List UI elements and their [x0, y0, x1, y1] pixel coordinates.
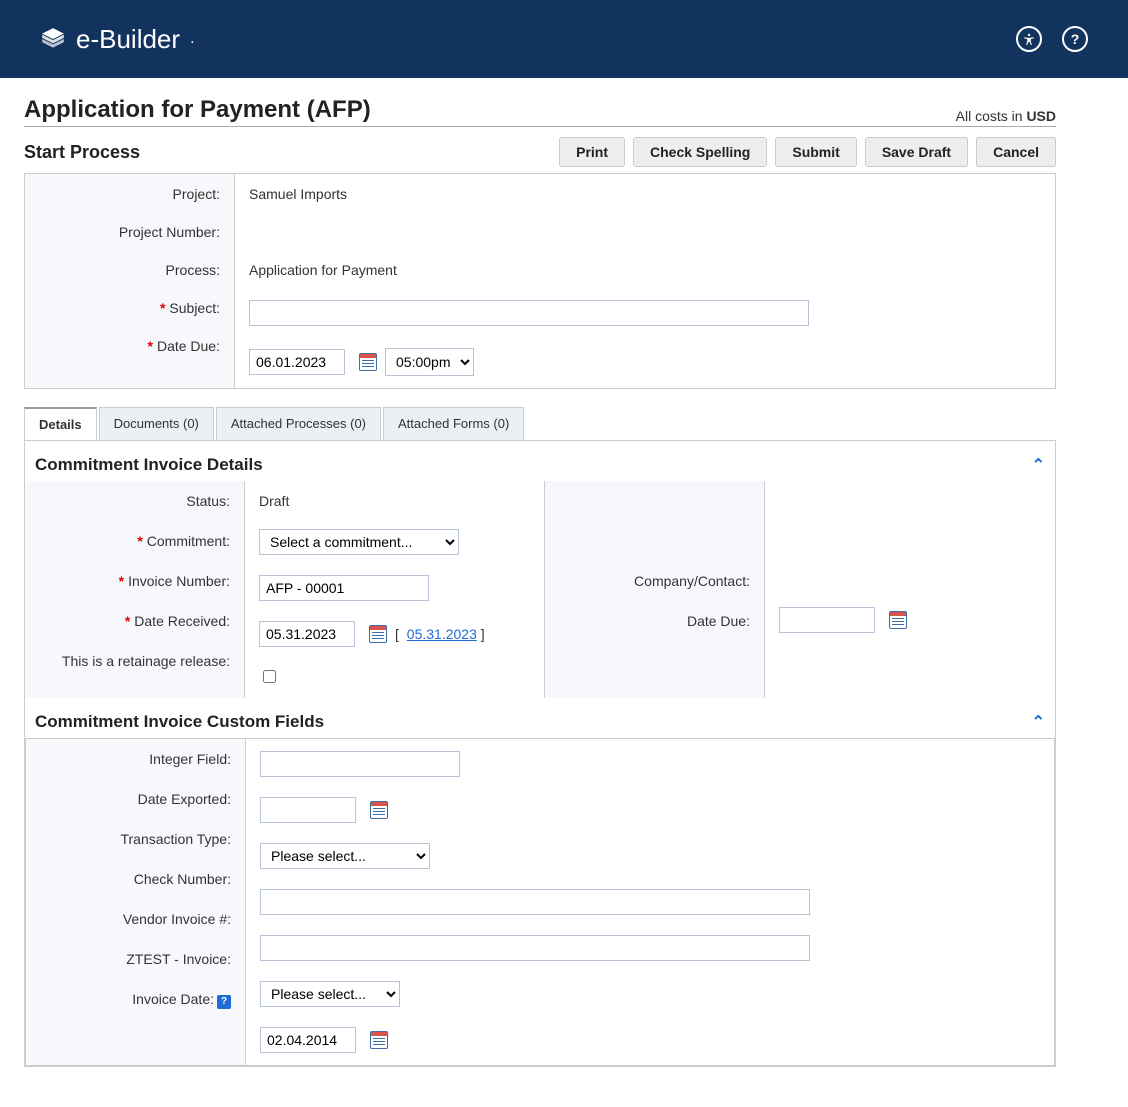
subject-input[interactable]: [249, 300, 809, 326]
commitment-select[interactable]: Select a commitment...: [259, 529, 459, 555]
cancel-button[interactable]: Cancel: [976, 137, 1056, 167]
calendar-icon[interactable]: [359, 353, 377, 371]
label-commitment: *Commitment:: [39, 533, 230, 549]
value-process: Application for Payment: [249, 262, 1041, 278]
label-status: Status:: [39, 493, 230, 509]
label-date-due-2: Date Due:: [559, 613, 750, 629]
label-invoice-date: Invoice Date:?: [40, 991, 231, 1009]
currency-note: All costs in USD: [956, 108, 1056, 124]
date-received-input[interactable]: [259, 621, 355, 647]
action-buttons: Print Check Spelling Submit Save Draft C…: [559, 137, 1056, 167]
date-exported-input[interactable]: [260, 797, 356, 823]
label-vendor-invoice: Vendor Invoice #:: [40, 911, 231, 927]
subheader: Start Process Print Check Spelling Submi…: [24, 137, 1056, 167]
section-custom-fields: Commitment Invoice Custom Fields: [35, 712, 324, 732]
page-title: Application for Payment (AFP): [24, 96, 371, 124]
section-invoice-details: Commitment Invoice Details: [35, 455, 263, 475]
date-due-input[interactable]: [249, 349, 345, 375]
date-due-2-input[interactable]: [779, 607, 875, 633]
value-project: Samuel Imports: [249, 186, 1041, 202]
vendor-invoice-input[interactable]: [260, 935, 810, 961]
save-draft-button[interactable]: Save Draft: [865, 137, 968, 167]
calendar-icon[interactable]: [370, 1031, 388, 1049]
value-status: Draft: [259, 493, 530, 509]
check-number-input[interactable]: [260, 889, 810, 915]
check-spelling-button[interactable]: Check Spelling: [633, 137, 767, 167]
start-process-heading: Start Process: [24, 142, 140, 163]
label-subject: *Subject:: [39, 300, 220, 316]
label-company-contact: Company/Contact:: [559, 573, 750, 589]
logo: e-Builder.: [40, 24, 195, 55]
page-header: Application for Payment (AFP) All costs …: [24, 96, 1056, 127]
process-panel: Project: Project Number: Process: *Subje…: [24, 173, 1056, 389]
tabs: Details Documents (0) Attached Processes…: [24, 407, 1056, 440]
tab-attached-forms[interactable]: Attached Forms (0): [383, 407, 524, 440]
value-project-number: [249, 224, 1041, 240]
label-check-number: Check Number:: [40, 871, 231, 887]
details-panel: Commitment Invoice Details ⌃ Status: *Co…: [24, 440, 1056, 1067]
chevron-up-icon[interactable]: ⌃: [1032, 455, 1045, 475]
label-project: Project:: [39, 186, 220, 202]
topbar-actions: ?: [1016, 26, 1088, 52]
integer-field-input[interactable]: [260, 751, 460, 777]
calendar-icon[interactable]: [889, 611, 907, 629]
label-invoice-number: *Invoice Number:: [39, 573, 230, 589]
invoice-number-input[interactable]: [259, 575, 429, 601]
calendar-icon[interactable]: [369, 625, 387, 643]
label-integer-field: Integer Field:: [40, 751, 231, 767]
date-received-link[interactable]: 05.31.2023: [407, 626, 477, 642]
tab-details[interactable]: Details: [24, 407, 97, 440]
submit-button[interactable]: Submit: [775, 137, 856, 167]
accessibility-icon[interactable]: [1016, 26, 1042, 52]
label-retain-release: This is a retainage release:: [39, 653, 230, 669]
ztest-invoice-select[interactable]: Please select...: [260, 981, 400, 1007]
label-date-received: *Date Received:: [39, 613, 230, 629]
time-due-select[interactable]: 05:00pm: [385, 348, 474, 376]
invoice-date-input[interactable]: [260, 1027, 356, 1053]
label-ztest-invoice: ZTEST - Invoice:: [40, 951, 231, 967]
help-badge-icon[interactable]: ?: [217, 995, 231, 1009]
topbar: e-Builder. ?: [0, 0, 1128, 78]
calendar-icon[interactable]: [370, 801, 388, 819]
logo-icon: [40, 26, 66, 52]
help-icon[interactable]: ?: [1062, 26, 1088, 52]
label-transaction-type: Transaction Type:: [40, 831, 231, 847]
label-date-due: *Date Due:: [39, 338, 220, 354]
chevron-up-icon[interactable]: ⌃: [1032, 712, 1045, 732]
transaction-type-select[interactable]: Please select...: [260, 843, 430, 869]
label-project-number: Project Number:: [39, 224, 220, 240]
print-button[interactable]: Print: [559, 137, 625, 167]
label-date-exported: Date Exported:: [40, 791, 231, 807]
logo-text: e-Builder: [76, 24, 180, 55]
label-process: Process:: [39, 262, 220, 278]
tab-documents[interactable]: Documents (0): [99, 407, 214, 440]
retain-release-checkbox[interactable]: [263, 670, 276, 683]
tab-attached-processes[interactable]: Attached Processes (0): [216, 407, 381, 440]
